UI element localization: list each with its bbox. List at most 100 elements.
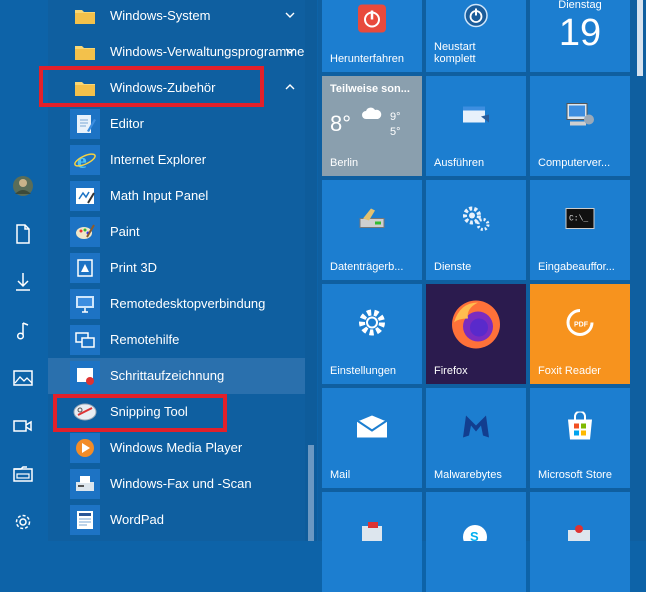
folder-label: Windows-Verwaltungsprogramme [110,44,305,59]
tile-area: Herunterfahren Neustart komplett Diensta… [318,0,646,592]
print-3d-icon [70,253,100,283]
power-off-icon [357,4,387,37]
calendar-day-number: 19 [558,12,602,54]
folder-windows-verwaltungsprogramme[interactable]: Windows-Verwaltungsprogramme [48,34,305,70]
tile-label: Microsoft Store [538,469,612,481]
services-gears-icon [460,204,492,237]
app-label: Remotehilfe [110,332,180,347]
app-windows-fax-und-scan[interactable]: Windows-Fax und -Scan [48,466,305,502]
tile-label: Datenträgerb... [330,261,404,273]
folder-windows-system[interactable]: Windows-System [48,0,305,34]
tile-firefox[interactable]: Firefox [426,284,526,384]
media-player-icon [70,433,100,463]
remote-desktop-icon [70,289,100,319]
tile-label: Malwarebytes [434,469,502,481]
mail-icon [356,415,388,442]
wordpad-icon [70,505,100,535]
weather-city: Berlin [330,157,359,169]
tile-label: Ausführen [434,157,485,169]
app-windows-media-player[interactable]: Windows Media Player [48,430,305,466]
remote-assistance-icon [70,325,100,355]
tile-computerverwaltung[interactable]: Computerver... [530,76,630,176]
app-internet-explorer[interactable]: e Internet Explorer [48,142,305,178]
app-label: Editor [110,116,144,131]
tile-row6-1[interactable] [322,492,422,592]
videos-icon[interactable] [12,415,34,437]
svg-text:PDF: PDF [574,322,589,329]
tile-eingabeaufforderung[interactable]: C:\_ Eingabeauffor... [530,180,630,280]
tile-label: Einstellungen [330,365,397,377]
pictures-icon[interactable] [12,367,34,389]
tile-mail[interactable]: Mail [322,388,422,488]
tile-label: Mail [330,469,351,481]
settings-gear-icon[interactable] [12,511,34,533]
chevron-up-icon [285,84,295,90]
app-label: Windows-Fax und -Scan [110,476,252,491]
app-icon [566,524,592,544]
internet-explorer-icon: e [70,145,100,175]
tile-calendar[interactable]: Dienstag 19 [530,0,630,72]
app-wordpad[interactable]: WordPad [48,502,305,538]
app-label: Paint [110,224,140,239]
tile-herunterfahren[interactable]: Herunterfahren [322,0,422,72]
app-list-scroll-thumb[interactable] [308,445,314,541]
app-label: Remotedesktopverbindung [110,296,266,311]
math-input-icon [70,181,100,211]
folder-icon [70,1,100,31]
steps-recorder-icon [70,361,100,391]
settings-gear-icon [354,305,390,344]
weather-cloud-icon [362,106,382,123]
weather-high: 9° [390,111,401,123]
tile-label: Firefox [434,365,468,377]
app-math-input-panel[interactable]: Math Input Panel [48,178,305,214]
malwarebytes-icon [460,412,492,445]
calendar-day-of-week: Dienstag [558,0,602,11]
app-remotedesktopverbindung[interactable]: Remotedesktopverbindung [48,286,305,322]
notepad-icon [70,109,100,139]
downloads-icon[interactable] [12,271,34,293]
folder-label: Windows-System [110,8,211,23]
chevron-down-icon [285,12,295,18]
tile-label: Foxit Reader [538,365,601,377]
app-label: Print 3D [110,260,157,275]
restart-icon [463,3,489,32]
weather-low: 5° [390,126,401,138]
app-remotehilfe[interactable]: Remotehilfe [48,322,305,358]
highlight-box-snipping-tool [53,394,227,432]
tile-microsoft-store[interactable]: Microsoft Store [530,388,630,488]
file-explorer-icon[interactable] [12,463,34,485]
tile-datentraegerbereinigung[interactable]: Datenträgerb... [322,180,422,280]
tile-dienste[interactable]: Dienste [426,180,526,280]
app-editor[interactable]: Editor [48,106,305,142]
app-paint[interactable]: Paint [48,214,305,250]
user-avatar-icon[interactable] [12,175,34,197]
tile-label: Computerver... [538,157,611,169]
tile-weather[interactable]: Teilweise son... 8° 9° 5° Berlin [322,76,422,176]
tile-row6-3[interactable] [530,492,630,592]
run-dialog-icon [461,103,491,130]
highlight-box-windows-zubehoer [39,66,264,107]
folder-icon [70,37,100,67]
tile-neustart-komplett[interactable]: Neustart komplett [426,0,526,72]
tile-ausfuehren[interactable]: Ausführen [426,76,526,176]
skype-icon: S [462,524,488,549]
documents-icon[interactable] [12,223,34,245]
tile-label: Dienste [434,261,472,273]
tile-label: Neustart komplett [434,41,476,65]
weather-condition: Teilweise son... [330,83,410,95]
tile-einstellungen[interactable]: Einstellungen [322,284,422,384]
weather-temp: 8° [330,111,352,136]
app-schrittaufzeichnung[interactable]: Schrittaufzeichnung [48,358,305,394]
music-icon[interactable] [12,320,34,342]
tiles-scrollbar[interactable] [634,0,646,541]
tile-malwarebytes[interactable]: Malwarebytes [426,388,526,488]
tile-row6-2[interactable]: S [426,492,526,592]
svg-text:C:\_: C:\_ [569,215,588,224]
microsoft-store-icon [564,410,596,445]
app-print-3d[interactable]: Print 3D [48,250,305,286]
svg-text:S: S [470,529,479,541]
app-label: Math Input Panel [110,188,209,203]
tile-foxit-reader[interactable]: PDF Foxit Reader [530,284,630,384]
app-label: Schrittaufzeichnung [110,368,225,383]
tiles-scroll-thumb[interactable] [637,0,643,76]
